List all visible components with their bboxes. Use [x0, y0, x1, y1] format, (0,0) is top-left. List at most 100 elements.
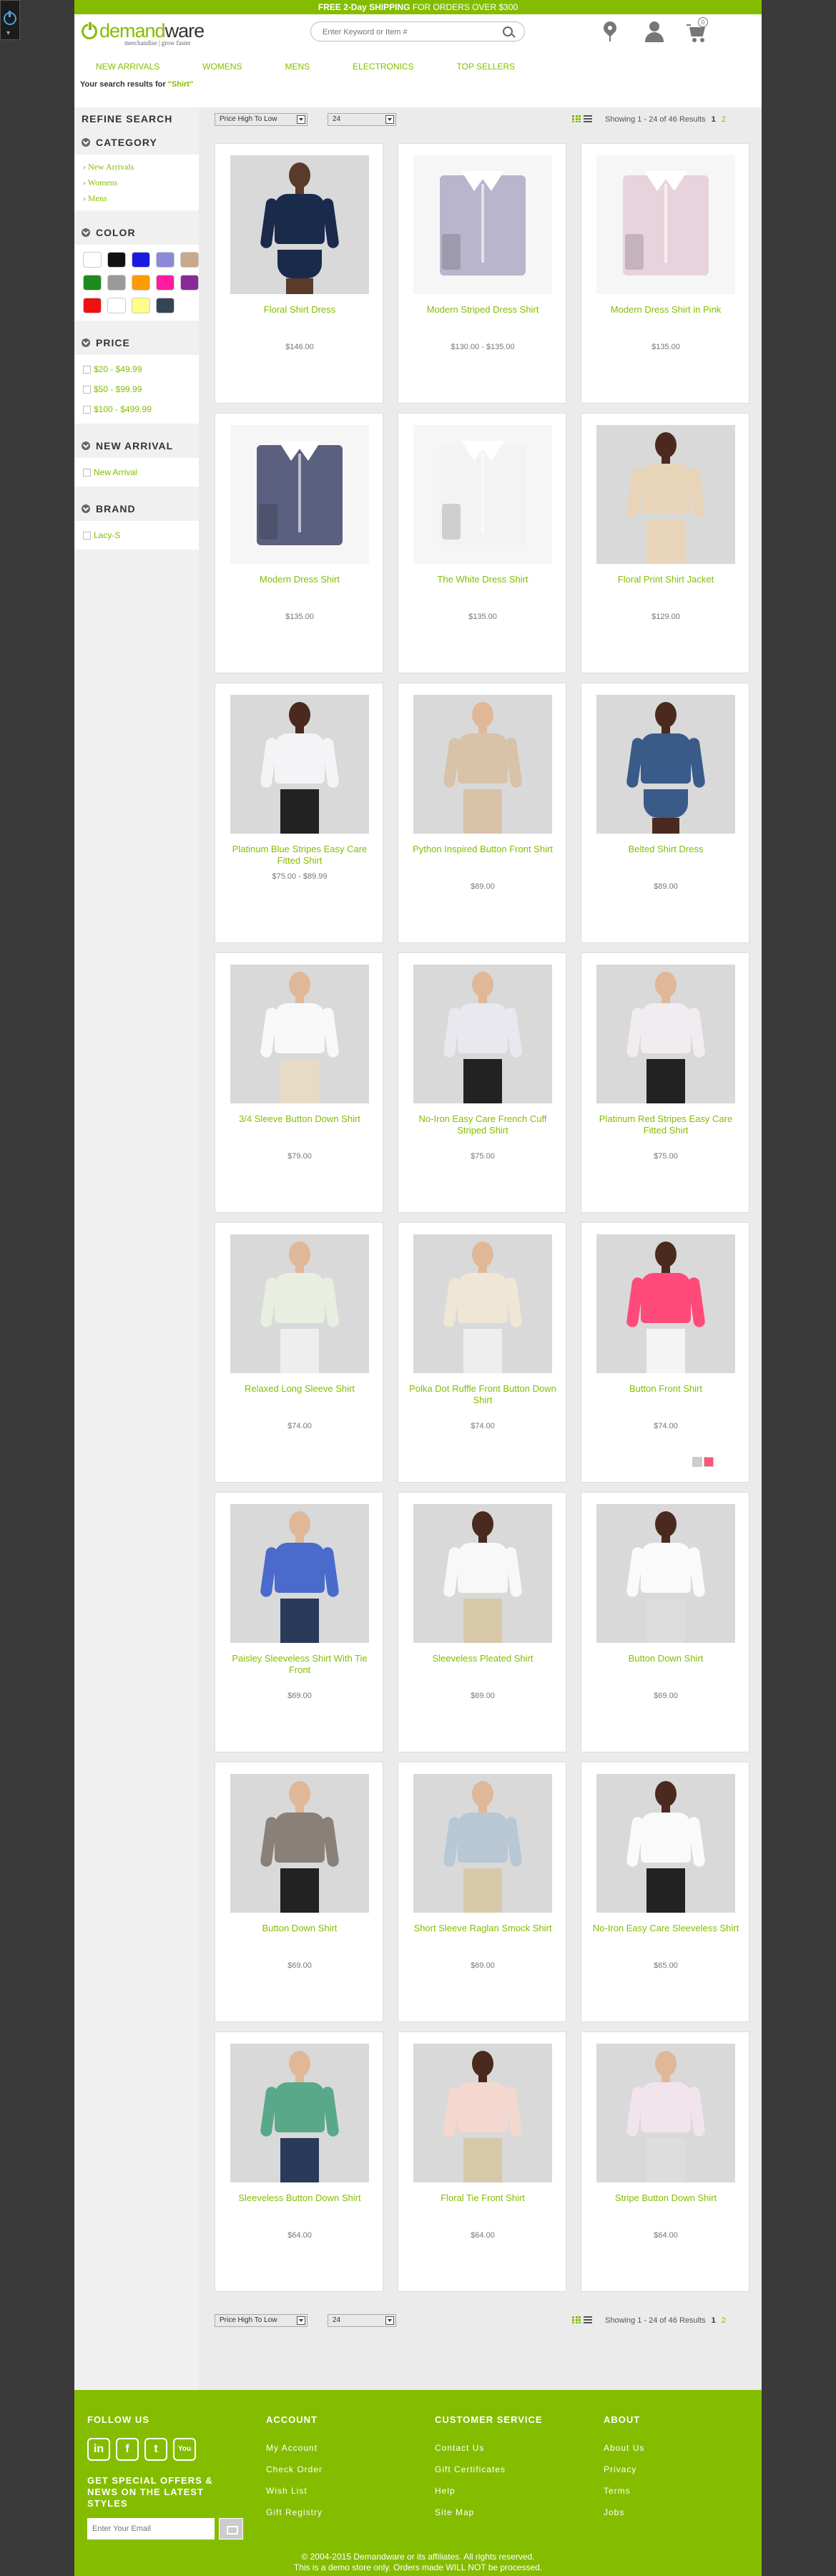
facet-new-arrival-header[interactable]: NEW ARRIVAL [74, 434, 199, 458]
color-swatch[interactable] [132, 298, 150, 313]
price-option[interactable]: $20 - $49.99 [83, 359, 199, 379]
footer-link[interactable]: Help [435, 2485, 543, 2507]
footer-link[interactable]: Terms [604, 2485, 644, 2507]
product-tile[interactable]: Modern Dress Shirt $135.00 [215, 413, 383, 673]
product-image[interactable] [230, 1504, 369, 1643]
product-tile[interactable]: Button Front Shirt $74.00 [581, 1222, 749, 1483]
page-2-link[interactable]: 2 [722, 2316, 726, 2325]
footer-link[interactable]: Gift Certificates [435, 2464, 543, 2485]
color-swatch[interactable] [107, 252, 126, 268]
product-image[interactable] [413, 1504, 552, 1643]
nav-mens[interactable]: MENS [285, 57, 310, 76]
product-image[interactable] [596, 155, 735, 294]
search-input[interactable] [323, 26, 494, 39]
category-womens[interactable]: Womens [83, 175, 199, 190]
grid-view-icon[interactable] [572, 2316, 581, 2323]
new-arrival-option[interactable]: New Arrival [83, 462, 199, 482]
product-image[interactable] [413, 155, 552, 294]
logo[interactable]: demandware merchandise | grow faster [82, 20, 217, 47]
product-name[interactable]: Sleeveless Pleated Shirt [404, 1653, 561, 1664]
page-size-select[interactable]: 24 [328, 2314, 396, 2327]
footer-link[interactable]: Jobs [604, 2507, 644, 2528]
product-name[interactable]: Floral Shirt Dress [221, 304, 378, 316]
product-tile[interactable]: Python Inspired Button Front Shirt $89.00 [398, 683, 566, 943]
product-name[interactable]: Floral Print Shirt Jacket [587, 574, 744, 585]
product-image[interactable] [596, 1504, 735, 1643]
checkbox[interactable] [83, 468, 91, 477]
category-new-arrivals[interactable]: New Arrivals [83, 159, 199, 175]
product-image[interactable] [413, 2044, 552, 2182]
color-swatch[interactable] [156, 252, 174, 268]
footer-link[interactable]: Site Map [435, 2507, 543, 2528]
product-image[interactable] [230, 695, 369, 834]
brand-option[interactable]: Lacy-S [83, 525, 199, 545]
product-tile[interactable]: Relaxed Long Sleeve Shirt $74.00 [215, 1222, 383, 1483]
product-image[interactable] [596, 965, 735, 1103]
product-tile[interactable]: Modern Striped Dress Shirt $130.00 - $135… [398, 143, 566, 404]
color-swatch[interactable] [83, 275, 102, 291]
product-tile[interactable]: Paisley Sleeveless Shirt With Tie Front $… [215, 1492, 383, 1752]
footer-link[interactable]: Gift Registry [266, 2507, 323, 2528]
color-swatch[interactable] [107, 275, 126, 291]
facebook-icon[interactable]: f [116, 2438, 139, 2461]
product-swatch[interactable] [692, 1457, 702, 1467]
product-image[interactable] [596, 425, 735, 564]
checkbox[interactable] [83, 365, 91, 374]
product-image[interactable] [413, 425, 552, 564]
page-2-link[interactable]: 2 [722, 115, 726, 124]
color-swatch[interactable] [156, 298, 174, 313]
nav-womens[interactable]: WOMENS [202, 57, 242, 76]
product-name[interactable]: Python Inspired Button Front Shirt [404, 844, 561, 855]
product-tile[interactable]: Sleeveless Pleated Shirt $69.00 [398, 1492, 566, 1752]
subscribe-button[interactable] [219, 2518, 243, 2540]
facet-price-header[interactable]: PRICE [74, 331, 199, 355]
product-tile[interactable]: Floral Tie Front Shirt $64.00 [398, 2031, 566, 2292]
color-swatch[interactable] [180, 275, 199, 291]
product-tile[interactable]: Button Down Shirt $69.00 [215, 1762, 383, 2022]
product-tile[interactable]: No-Iron Easy Care Sleeveless Shirt $65.00 [581, 1762, 749, 2022]
product-tile[interactable]: Belted Shirt Dress $89.00 [581, 683, 749, 943]
product-name[interactable]: No-Iron Easy Care Sleeveless Shirt [587, 1923, 744, 1934]
product-name[interactable]: Belted Shirt Dress [587, 844, 744, 855]
product-name[interactable]: Floral Tie Front Shirt [404, 2192, 561, 2204]
footer-link[interactable]: Wish List [266, 2485, 323, 2507]
twitter-icon[interactable]: t [144, 2438, 167, 2461]
product-name[interactable]: Paisley Sleeveless Shirt With Tie Front [221, 1653, 378, 1676]
facet-category-header[interactable]: CATEGORY [74, 130, 199, 155]
product-image[interactable] [413, 1774, 552, 1913]
product-name[interactable]: Platinum Red Stripes Easy Care Fitted Sh… [587, 1113, 744, 1136]
product-image[interactable] [230, 1234, 369, 1373]
color-swatch[interactable] [180, 252, 199, 268]
product-swatch[interactable] [704, 1457, 714, 1467]
product-image[interactable] [230, 155, 369, 294]
product-image[interactable] [230, 425, 369, 564]
product-image[interactable] [596, 1774, 735, 1913]
footer-link[interactable]: My Account [266, 2442, 323, 2464]
product-image[interactable] [413, 1234, 552, 1373]
product-tile[interactable]: Polka Dot Ruffle Front Button Down Shirt… [398, 1222, 566, 1483]
email-field[interactable] [87, 2518, 215, 2540]
product-tile[interactable]: Platinum Red Stripes Easy Care Fitted Sh… [581, 952, 749, 1213]
product-image[interactable] [596, 695, 735, 834]
linkedin-icon[interactable]: in [87, 2438, 110, 2461]
product-name[interactable]: Sleeveless Button Down Shirt [221, 2192, 378, 2204]
product-image[interactable] [230, 2044, 369, 2182]
checkbox[interactable] [83, 385, 91, 394]
product-tile[interactable]: Stripe Button Down Shirt $64.00 [581, 2031, 749, 2292]
color-swatch[interactable] [132, 275, 150, 291]
product-name[interactable]: Button Front Shirt [587, 1383, 744, 1395]
product-name[interactable]: 3/4 Sleeve Button Down Shirt [221, 1113, 378, 1125]
product-name[interactable]: Modern Striped Dress Shirt [404, 304, 561, 316]
grid-view-icon[interactable] [572, 115, 581, 122]
product-name[interactable]: Modern Dress Shirt in Pink [587, 304, 744, 316]
product-name[interactable]: Polka Dot Ruffle Front Button Down Shirt [404, 1383, 561, 1406]
product-image[interactable] [230, 965, 369, 1103]
nav-new-arrivals[interactable]: NEW ARRIVALS [96, 57, 159, 76]
price-option[interactable]: $50 - $99.99 [83, 379, 199, 399]
facet-brand-header[interactable]: BRAND [74, 497, 199, 521]
youtube-icon[interactable]: You [173, 2438, 196, 2461]
color-swatch[interactable] [107, 298, 126, 313]
product-image[interactable] [413, 965, 552, 1103]
nav-electronics[interactable]: ELECTRONICS [353, 57, 413, 76]
price-option[interactable]: $100 - $499.99 [83, 399, 199, 419]
